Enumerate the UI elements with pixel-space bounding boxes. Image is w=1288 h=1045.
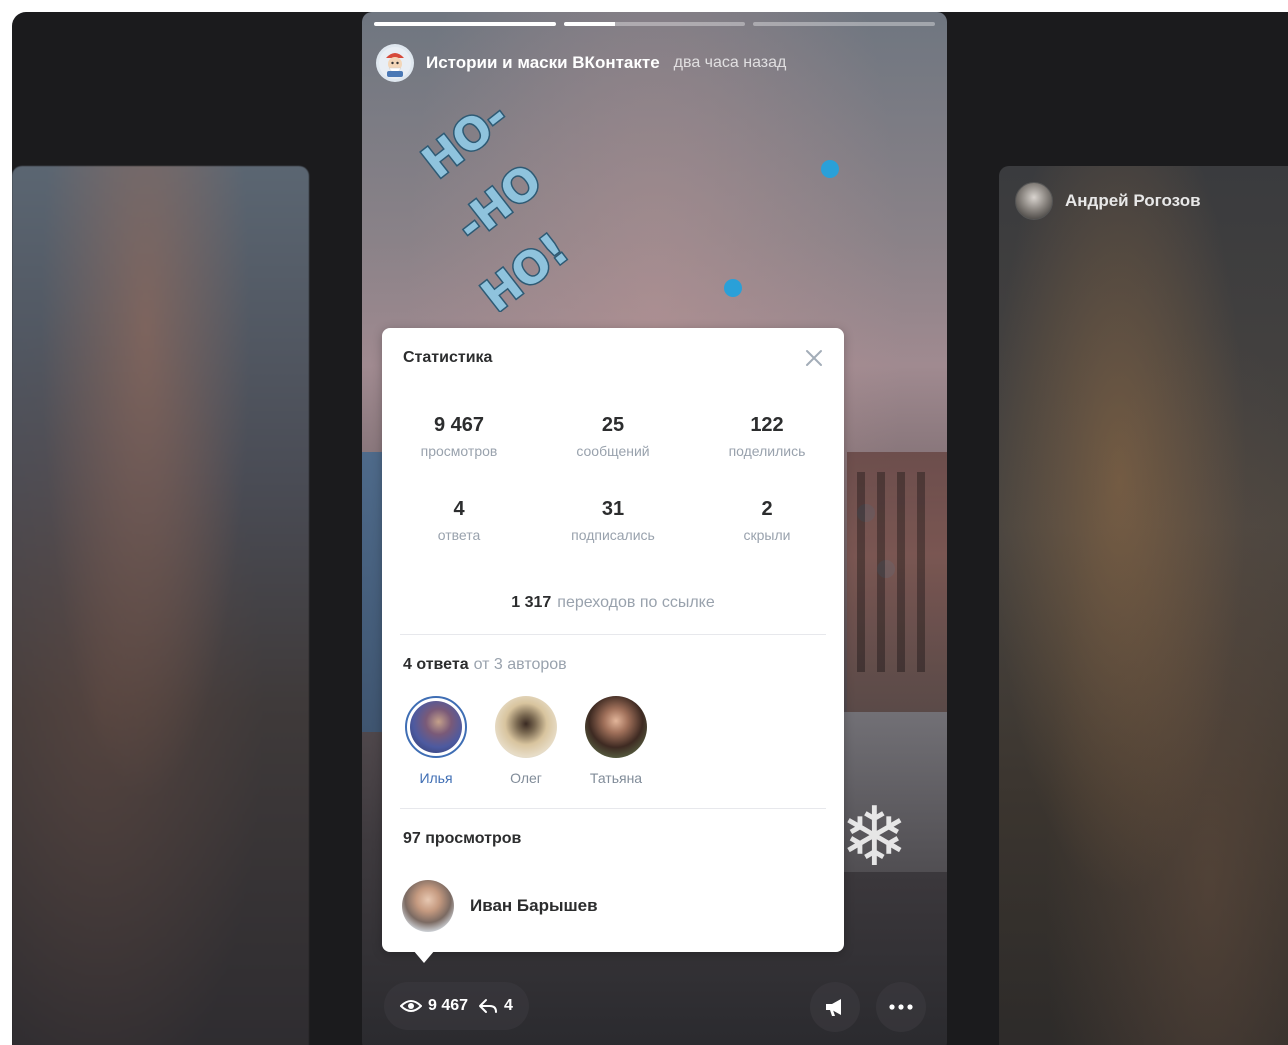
stat-messages: 25 сообщений [536, 412, 690, 460]
mascot-icon [379, 47, 411, 79]
story-header: Истории и маски ВКонтакте два часа назад [376, 44, 786, 82]
snowflake-icon: ❄ [840, 792, 909, 883]
views-count: 9 467 [428, 997, 469, 1014]
stat-value: 9 467 [433, 414, 485, 436]
reply-author[interactable]: Илья [402, 696, 470, 786]
replies-authors-count: от 3 авторов [473, 656, 567, 673]
progress-segment [374, 22, 556, 26]
story-author-avatar[interactable] [376, 44, 414, 82]
statistics-title: Статистика [403, 349, 493, 366]
statistics-grid: 9 467 просмотров 25 сообщений 122 подели… [382, 412, 844, 544]
reply-icon [479, 999, 498, 1013]
decor-dot [821, 160, 839, 178]
avatar [585, 696, 647, 758]
story-progress [374, 22, 936, 26]
promote-button[interactable] [810, 982, 860, 1032]
replies-count-badge: 4 [504, 997, 513, 1014]
stat-label: сообщений [576, 443, 650, 459]
replies-heading: 4 ответа от 3 авторов [403, 656, 567, 674]
close-icon [806, 350, 822, 366]
stat-label: поделились [728, 443, 806, 459]
stat-replies: 4 ответа [382, 496, 536, 544]
reply-author-name: Олег [510, 770, 542, 786]
reply-author-name: Илья [419, 770, 453, 786]
next-story-author: Андрей Рогозов [1015, 182, 1201, 220]
avatar [405, 696, 467, 758]
statistics-popup: Статистика 9 467 просмотров 25 сообщений… [382, 328, 844, 952]
link-clicks-label: переходов по ссылке [557, 594, 715, 611]
stat-label: подписались [571, 527, 655, 543]
stat-hidden: 2 скрыли [690, 496, 844, 544]
stat-value: 2 [761, 498, 773, 520]
progress-segment [753, 22, 936, 26]
stat-value: 4 [453, 498, 465, 520]
eye-icon [400, 1000, 422, 1012]
replies-count: 4 ответа [403, 656, 469, 673]
views-heading: 97 просмотров [403, 830, 522, 847]
stat-value: 122 [750, 414, 784, 436]
stat-label: скрыли [743, 527, 791, 543]
decor-dot [724, 279, 742, 297]
megaphone-icon [826, 999, 841, 1016]
background-building-right [847, 452, 947, 712]
reply-author[interactable]: Татьяна [582, 696, 650, 786]
popup-pointer [413, 950, 435, 963]
story-author-name[interactable]: Истории и маски ВКонтакте [426, 53, 660, 73]
more-icon [889, 1004, 913, 1010]
stat-views: 9 467 просмотров [382, 412, 536, 460]
progress-segment [563, 22, 746, 26]
stat-value: 31 [601, 498, 625, 520]
ho-ho-ho-sticker: HO- -HO HO! [414, 102, 579, 312]
next-story-preview[interactable]: Андрей Рогозов [999, 166, 1288, 1045]
stat-subscribed: 31 подписались [536, 496, 690, 544]
viewer-row[interactable]: Иван Барышев [402, 880, 598, 932]
reply-authors-list: Илья Олег Татьяна [402, 696, 650, 786]
story-stats-button[interactable]: 9 467 4 [384, 982, 529, 1030]
viewer-name: Иван Барышев [470, 896, 598, 915]
next-story-author-name: Андрей Рогозов [1065, 191, 1201, 210]
stat-label: просмотров [420, 443, 498, 459]
story-timestamp: два часа назад [673, 54, 787, 71]
previous-story-preview[interactable] [12, 166, 309, 1045]
reply-author-name: Татьяна [589, 770, 643, 786]
stat-value: 25 [601, 414, 625, 436]
link-clicks-value: 1 317 [511, 594, 552, 611]
stat-label: ответа [437, 527, 481, 543]
divider [400, 634, 826, 635]
next-story-avatar [1015, 182, 1053, 220]
reply-author[interactable]: Олег [492, 696, 560, 786]
close-button[interactable] [802, 346, 826, 370]
divider [400, 808, 826, 809]
link-clicks: 1 317 переходов по ссылке [382, 594, 844, 612]
more-button[interactable] [876, 982, 926, 1032]
stat-shares: 122 поделились [690, 412, 844, 460]
avatar [402, 880, 454, 932]
avatar [495, 696, 557, 758]
